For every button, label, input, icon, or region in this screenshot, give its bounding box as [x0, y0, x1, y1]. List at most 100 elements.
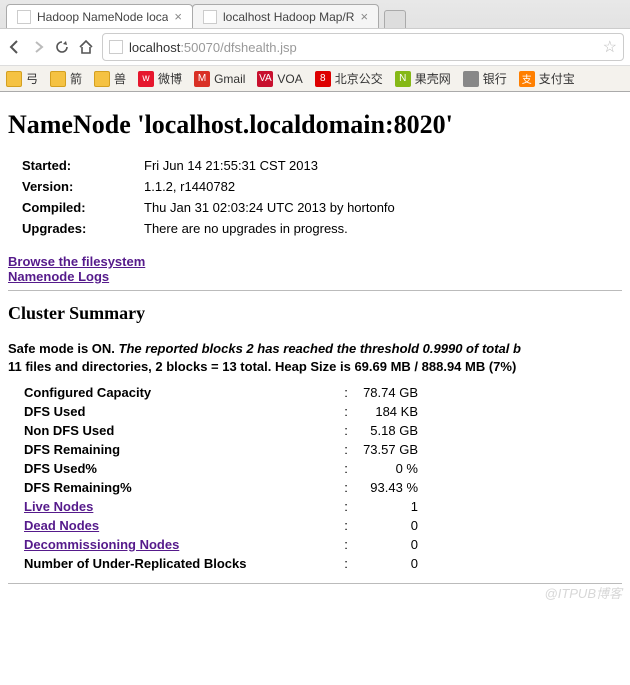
- bookmark-6[interactable]: 8北京公交: [315, 70, 383, 87]
- close-icon[interactable]: ×: [360, 9, 368, 24]
- bookmark-label: Gmail: [214, 72, 245, 86]
- bookmark-4[interactable]: M Gmail: [194, 71, 245, 87]
- row-colon: :: [340, 554, 352, 573]
- bookmark-label: 微博: [158, 70, 182, 87]
- bookmark-icon: w: [138, 71, 154, 87]
- info-label: Upgrades:: [22, 219, 142, 238]
- bookmark-bar: 弓箭兽w微博MGmailVAVOA8北京公交N果壳网银行支支付宝: [0, 65, 630, 91]
- bookmark-2[interactable]: 兽: [94, 70, 126, 87]
- home-button[interactable]: [78, 39, 94, 55]
- divider: [8, 290, 622, 291]
- bookmark-label: 银行: [483, 70, 507, 87]
- tab-bar: Hadoop NameNode loca × localhost Hadoop …: [0, 0, 630, 28]
- row-value: 0: [352, 535, 432, 554]
- row-label: DFS Remaining%: [20, 478, 340, 497]
- bookmark-icon: [463, 71, 479, 87]
- new-tab-button[interactable]: [384, 10, 406, 28]
- bookmark-1[interactable]: 箭: [50, 70, 82, 87]
- bookmark-label: 支付宝: [539, 70, 575, 87]
- forward-button[interactable]: [32, 40, 46, 54]
- row-label: Non DFS Used: [20, 421, 340, 440]
- row-label[interactable]: Live Nodes: [20, 497, 340, 516]
- bookmark-3[interactable]: w微博: [138, 70, 182, 87]
- bookmark-0[interactable]: 弓: [6, 70, 38, 87]
- info-label: Version:: [22, 177, 142, 196]
- tab-0[interactable]: Hadoop NameNode loca ×: [6, 4, 193, 28]
- info-row: Upgrades:There are no upgrades in progre…: [22, 219, 395, 238]
- bookmark-label: VOA: [277, 72, 302, 86]
- bookmark-label: 北京公交: [335, 70, 383, 87]
- row-colon: :: [340, 440, 352, 459]
- row-value: 73.57 GB: [352, 440, 432, 459]
- links-block: Browse the filesystem Namenode Logs: [8, 254, 622, 284]
- row-value: 93.43 %: [352, 478, 432, 497]
- info-table: Started:Fri Jun 14 21:55:31 CST 2013 Vers…: [20, 154, 397, 240]
- browser-chrome: Hadoop NameNode loca × localhost Hadoop …: [0, 0, 630, 92]
- row-label[interactable]: Decommissioning Nodes: [20, 535, 340, 554]
- info-value: 1.1.2, r1440782: [144, 177, 395, 196]
- reload-button[interactable]: [54, 39, 70, 55]
- info-value: Thu Jan 31 02:03:24 UTC 2013 by hortonfo: [144, 198, 395, 217]
- table-row: Non DFS Used:5.18 GB: [20, 421, 432, 440]
- browse-filesystem-link[interactable]: Browse the filesystem: [8, 254, 145, 269]
- tab-1[interactable]: localhost Hadoop Map/R ×: [192, 4, 379, 28]
- row-value: 0: [352, 554, 432, 573]
- row-value: 78.74 GB: [352, 383, 432, 402]
- table-row: Number of Under-Replicated Blocks:0: [20, 554, 432, 573]
- info-row: Version:1.1.2, r1440782: [22, 177, 395, 196]
- row-value: 184 KB: [352, 402, 432, 421]
- close-icon[interactable]: ×: [174, 9, 182, 24]
- row-label: DFS Remaining: [20, 440, 340, 459]
- row-colon: :: [340, 421, 352, 440]
- info-label: Compiled:: [22, 198, 142, 217]
- table-row: Decommissioning Nodes:0: [20, 535, 432, 554]
- bookmark-9[interactable]: 支支付宝: [519, 70, 575, 87]
- page-icon: [17, 10, 31, 24]
- row-link[interactable]: Dead Nodes: [24, 518, 99, 533]
- table-row: DFS Used:184 KB: [20, 402, 432, 421]
- bookmark-8[interactable]: 银行: [463, 70, 507, 87]
- bookmark-icon: VA: [257, 71, 273, 87]
- page-icon: [203, 10, 217, 24]
- url-text: localhost:50070/dfshealth.jsp: [129, 40, 297, 55]
- bookmark-star-icon[interactable]: ☆: [603, 37, 617, 57]
- table-row: DFS Remaining%:93.43 %: [20, 478, 432, 497]
- row-value: 0 %: [352, 459, 432, 478]
- info-row: Started:Fri Jun 14 21:55:31 CST 2013: [22, 156, 395, 175]
- bookmark-label: 果壳网: [415, 70, 451, 87]
- bookmark-icon: [94, 71, 110, 87]
- bookmark-icon: 8: [315, 71, 331, 87]
- info-label: Started:: [22, 156, 142, 175]
- row-link[interactable]: Live Nodes: [24, 499, 93, 514]
- address-bar[interactable]: localhost:50070/dfshealth.jsp ☆: [102, 33, 624, 61]
- row-colon: :: [340, 497, 352, 516]
- summary-text: Safe mode is ON. The reported blocks 2 h…: [8, 340, 622, 375]
- row-colon: :: [340, 516, 352, 535]
- row-colon: :: [340, 478, 352, 497]
- nav-bar: localhost:50070/dfshealth.jsp ☆: [0, 28, 630, 65]
- bookmark-7[interactable]: N果壳网: [395, 70, 451, 87]
- namenode-logs-link[interactable]: Namenode Logs: [8, 269, 109, 284]
- bookmark-icon: M: [194, 71, 210, 87]
- table-row: Configured Capacity:78.74 GB: [20, 383, 432, 402]
- info-row: Compiled:Thu Jan 31 02:03:24 UTC 2013 by…: [22, 198, 395, 217]
- row-label: Number of Under-Replicated Blocks: [20, 554, 340, 573]
- table-row: DFS Remaining:73.57 GB: [20, 440, 432, 459]
- back-button[interactable]: [6, 38, 24, 56]
- divider: [8, 583, 622, 584]
- doc-icon: [109, 40, 123, 54]
- tab-title: localhost Hadoop Map/R: [223, 10, 354, 24]
- bookmark-5[interactable]: VA VOA: [257, 71, 302, 87]
- table-row: Live Nodes:1: [20, 497, 432, 516]
- row-value: 1: [352, 497, 432, 516]
- row-value: 5.18 GB: [352, 421, 432, 440]
- row-link[interactable]: Decommissioning Nodes: [24, 537, 179, 552]
- bookmark-icon: [50, 71, 66, 87]
- row-label: Configured Capacity: [20, 383, 340, 402]
- row-label[interactable]: Dead Nodes: [20, 516, 340, 535]
- row-colon: :: [340, 383, 352, 402]
- page-content: NameNode 'localhost.localdomain:8020' St…: [0, 92, 630, 606]
- row-colon: :: [340, 402, 352, 421]
- bookmark-icon: 支: [519, 71, 535, 87]
- watermark: @ITPUB博客: [545, 583, 622, 602]
